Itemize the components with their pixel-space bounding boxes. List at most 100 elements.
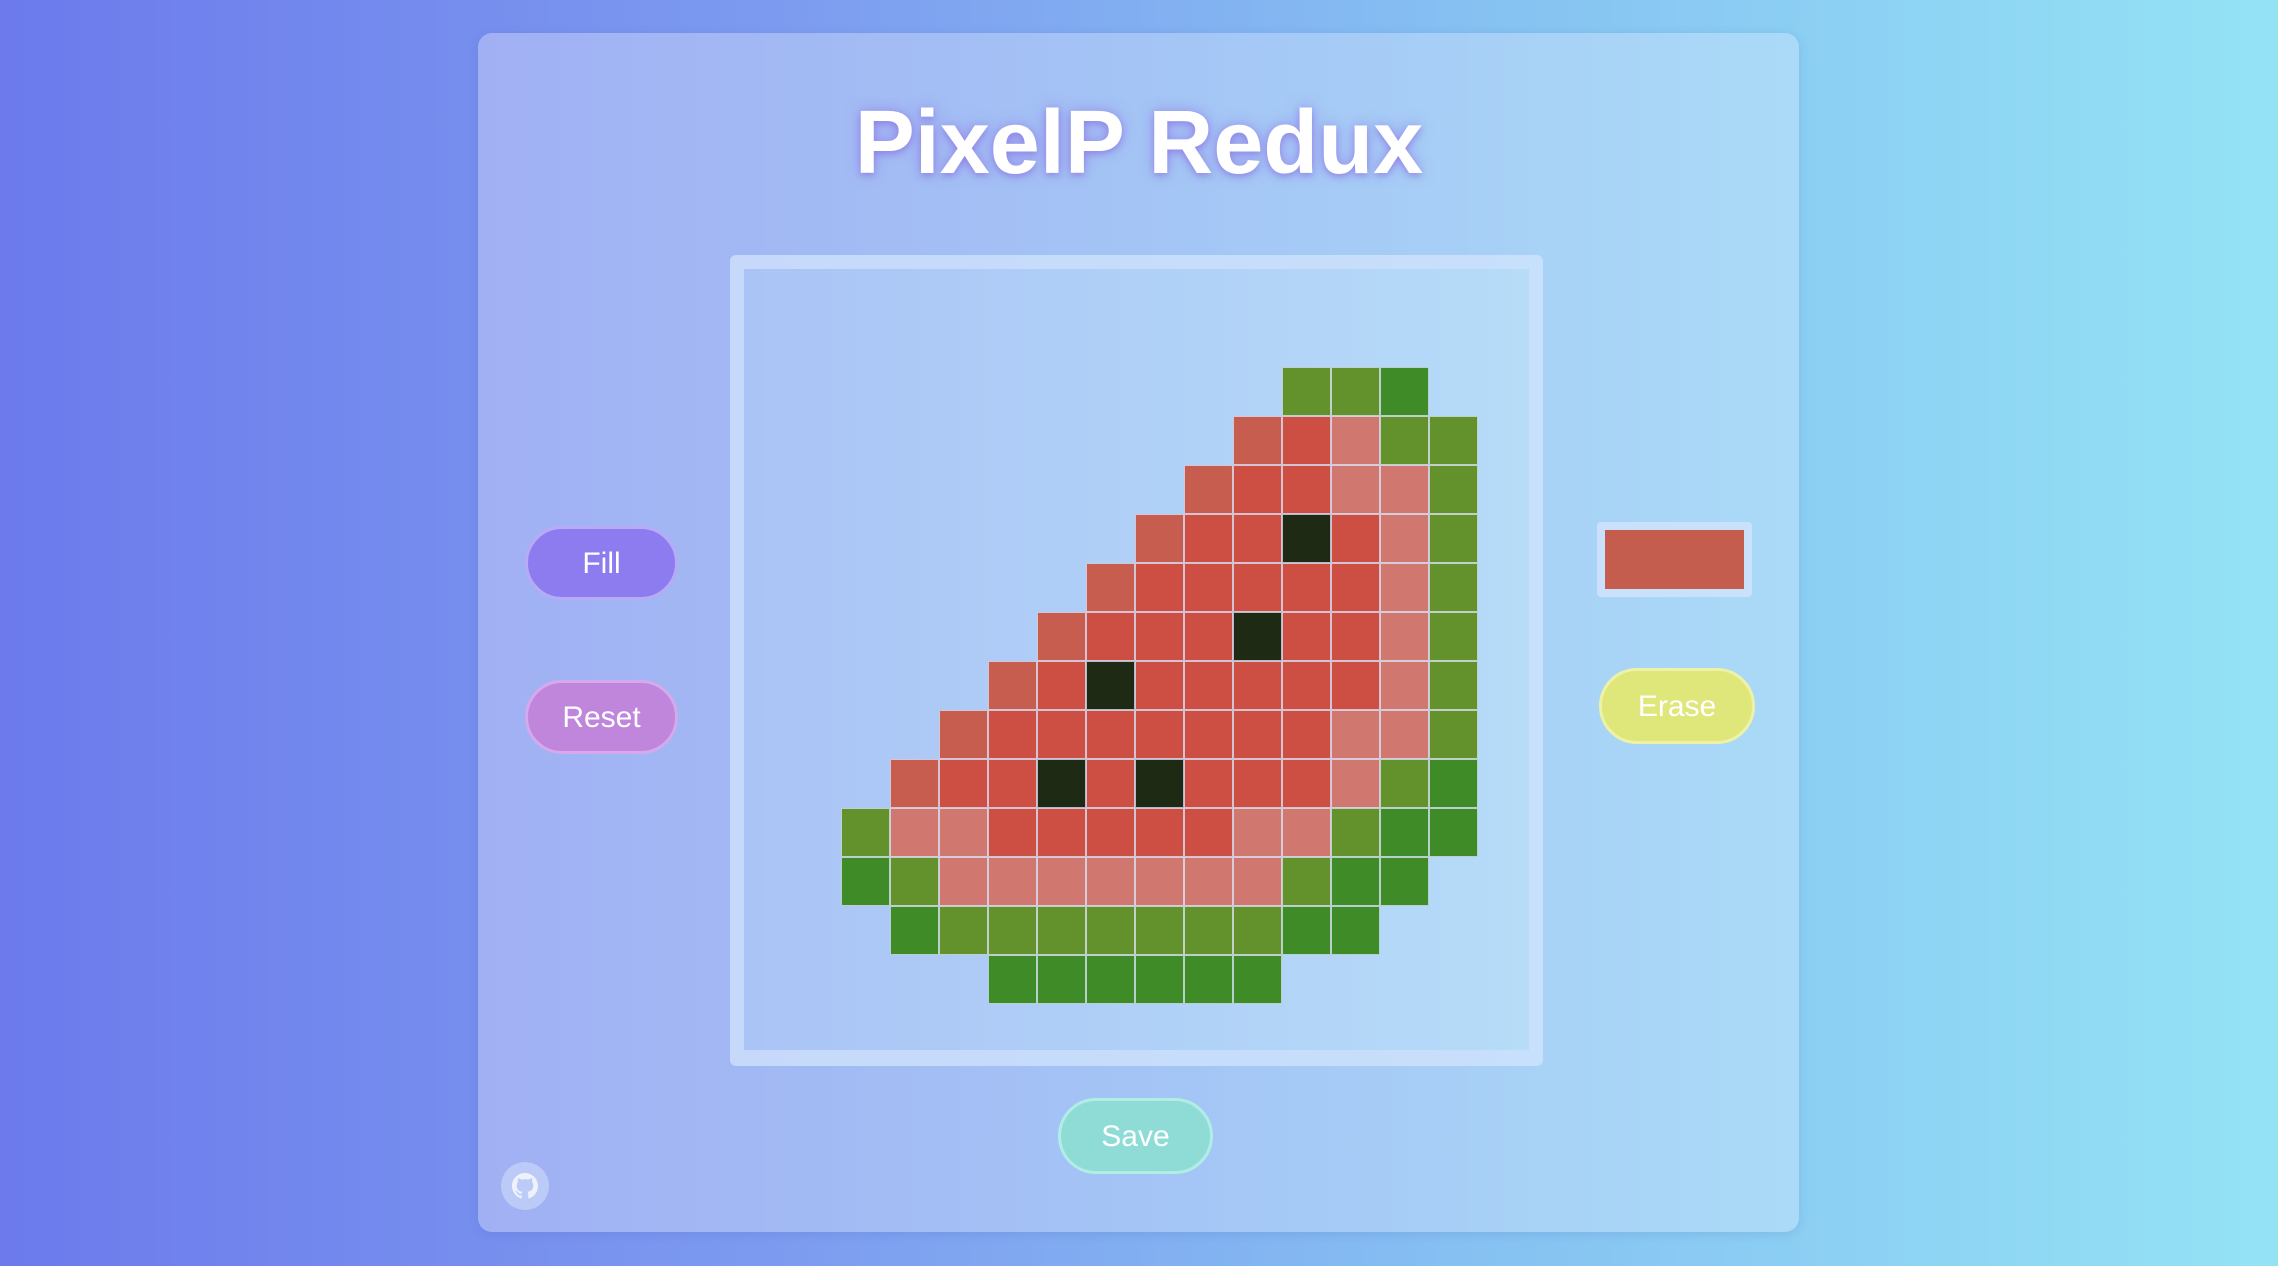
pixel-cell[interactable] <box>1037 955 1086 1004</box>
pixel-cell[interactable] <box>1233 367 1282 416</box>
pixel-cell[interactable] <box>1037 514 1086 563</box>
pixel-cell[interactable] <box>890 857 939 906</box>
pixel-cell[interactable] <box>1331 612 1380 661</box>
pixel-cell[interactable] <box>1331 416 1380 465</box>
pixel-cell[interactable] <box>1037 563 1086 612</box>
pixel-cell[interactable] <box>841 759 890 808</box>
pixel-cell[interactable] <box>1135 710 1184 759</box>
pixel-cell[interactable] <box>890 465 939 514</box>
pixel-cell[interactable] <box>988 563 1037 612</box>
pixel-cell[interactable] <box>1380 710 1429 759</box>
pixel-cell[interactable] <box>1233 416 1282 465</box>
fill-button[interactable]: Fill <box>525 526 678 600</box>
pixel-cell[interactable] <box>1282 955 1331 1004</box>
pixel-cell[interactable] <box>890 661 939 710</box>
color-picker[interactable] <box>1597 522 1752 597</box>
pixel-cell[interactable] <box>1037 857 1086 906</box>
pixel-cell[interactable] <box>1233 857 1282 906</box>
pixel-cell[interactable] <box>890 710 939 759</box>
pixel-cell[interactable] <box>988 416 1037 465</box>
pixel-cell[interactable] <box>1086 514 1135 563</box>
pixel-cell[interactable] <box>939 857 988 906</box>
save-button[interactable]: Save <box>1058 1098 1213 1174</box>
pixel-cell[interactable] <box>1380 563 1429 612</box>
pixel-cell[interactable] <box>1086 612 1135 661</box>
pixel-cell[interactable] <box>1086 906 1135 955</box>
pixel-cell[interactable] <box>939 710 988 759</box>
pixel-cell[interactable] <box>1233 906 1282 955</box>
pixel-cell[interactable] <box>841 416 890 465</box>
pixel-cell[interactable] <box>1086 955 1135 1004</box>
pixel-cell[interactable] <box>1331 465 1380 514</box>
pixel-cell[interactable] <box>1086 808 1135 857</box>
pixel-cell[interactable] <box>1429 465 1478 514</box>
pixel-cell[interactable] <box>792 955 841 1004</box>
pixel-cell[interactable] <box>1233 808 1282 857</box>
pixel-cell[interactable] <box>1184 612 1233 661</box>
pixel-cell[interactable] <box>1135 906 1184 955</box>
pixel-cell[interactable] <box>841 857 890 906</box>
pixel-cell[interactable] <box>1233 612 1282 661</box>
pixel-cell[interactable] <box>1429 857 1478 906</box>
pixel-cell[interactable] <box>1331 661 1380 710</box>
pixel-cell[interactable] <box>1184 416 1233 465</box>
pixel-cell[interactable] <box>890 808 939 857</box>
pixel-cell[interactable] <box>1184 465 1233 514</box>
pixel-cell[interactable] <box>939 514 988 563</box>
pixel-cell[interactable] <box>841 906 890 955</box>
pixel-cell[interactable] <box>1380 955 1429 1004</box>
pixel-cell[interactable] <box>988 808 1037 857</box>
pixel-cell[interactable] <box>1380 416 1429 465</box>
pixel-cell[interactable] <box>988 759 1037 808</box>
pixel-cell[interactable] <box>988 661 1037 710</box>
pixel-cell[interactable] <box>1331 808 1380 857</box>
pixel-cell[interactable] <box>1184 710 1233 759</box>
pixel-cell[interactable] <box>1380 759 1429 808</box>
pixel-cell[interactable] <box>988 367 1037 416</box>
reset-button[interactable]: Reset <box>525 680 678 754</box>
pixel-cell[interactable] <box>1282 416 1331 465</box>
pixel-cell[interactable] <box>1429 612 1478 661</box>
pixel-cell[interactable] <box>1135 955 1184 1004</box>
pixel-cell[interactable] <box>1282 367 1331 416</box>
pixel-cell[interactable] <box>1086 563 1135 612</box>
pixel-cell[interactable] <box>1282 612 1331 661</box>
pixel-cell[interactable] <box>841 808 890 857</box>
pixel-cell[interactable] <box>1086 661 1135 710</box>
pixel-cell[interactable] <box>988 906 1037 955</box>
pixel-cell[interactable] <box>1282 906 1331 955</box>
pixel-cell[interactable] <box>1282 514 1331 563</box>
pixel-cell[interactable] <box>841 367 890 416</box>
pixel-cell[interactable] <box>1184 808 1233 857</box>
pixel-cell[interactable] <box>890 759 939 808</box>
pixel-cell[interactable] <box>1135 563 1184 612</box>
pixel-cell[interactable] <box>1135 367 1184 416</box>
pixel-cell[interactable] <box>1037 759 1086 808</box>
pixel-cell[interactable] <box>939 563 988 612</box>
pixel-cell[interactable] <box>792 514 841 563</box>
pixel-cell[interactable] <box>841 955 890 1004</box>
pixel-cell[interactable] <box>1135 514 1184 563</box>
pixel-cell[interactable] <box>1086 710 1135 759</box>
pixel-cell[interactable] <box>841 661 890 710</box>
pixel-cell[interactable] <box>1331 759 1380 808</box>
pixel-cell[interactable] <box>1184 857 1233 906</box>
pixel-cell[interactable] <box>890 955 939 1004</box>
pixel-cell[interactable] <box>1135 465 1184 514</box>
pixel-cell[interactable] <box>841 465 890 514</box>
pixel-cell[interactable] <box>1086 465 1135 514</box>
pixel-cell[interactable] <box>890 563 939 612</box>
pixel-cell[interactable] <box>1331 710 1380 759</box>
pixel-cell[interactable] <box>1331 955 1380 1004</box>
pixel-cell[interactable] <box>1429 808 1478 857</box>
pixel-cell[interactable] <box>1086 759 1135 808</box>
pixel-cell[interactable] <box>890 906 939 955</box>
pixel-cell[interactable] <box>1331 906 1380 955</box>
pixel-cell[interactable] <box>1282 563 1331 612</box>
pixel-cell[interactable] <box>1233 465 1282 514</box>
pixel-cell[interactable] <box>939 955 988 1004</box>
pixel-cell[interactable] <box>792 416 841 465</box>
pixel-cell[interactable] <box>939 808 988 857</box>
pixel-cell[interactable] <box>1233 563 1282 612</box>
pixel-cell[interactable] <box>988 955 1037 1004</box>
